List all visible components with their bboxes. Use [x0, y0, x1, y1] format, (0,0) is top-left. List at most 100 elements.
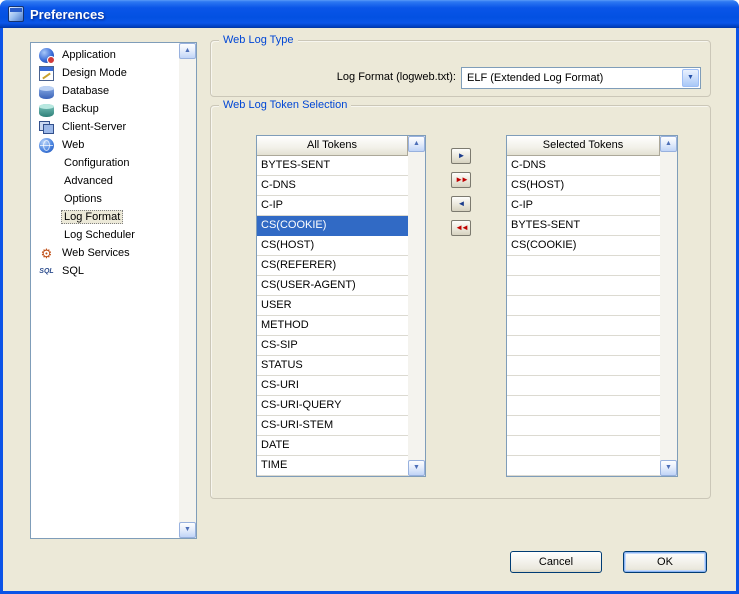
add-token-button[interactable]: ►	[451, 148, 471, 164]
selected-tokens-scrollbar[interactable]: ▲ ▼	[660, 136, 677, 476]
list-item[interactable]: TIME	[257, 456, 408, 476]
application-icon	[39, 48, 54, 63]
sql-icon	[39, 264, 54, 279]
scroll-up-icon[interactable]: ▲	[408, 136, 425, 152]
list-item[interactable]: CS(HOST)	[507, 176, 660, 196]
list-item[interactable]: DATE	[257, 436, 408, 456]
web-services-icon	[39, 246, 54, 261]
list-item-empty[interactable]	[507, 396, 660, 416]
all-tokens-list: All Tokens BYTES-SENT C-DNS C-IP CS(COOK…	[256, 135, 426, 477]
scrollbar-track[interactable]	[408, 152, 425, 460]
cancel-button[interactable]: Cancel	[510, 551, 602, 573]
left-arrow-icon: ◄	[458, 200, 465, 208]
tree-scrollbar[interactable]: ▲ ▼	[179, 43, 196, 538]
list-item[interactable]: BYTES-SENT	[507, 216, 660, 236]
log-format-select[interactable]: ELF (Extended Log Format) ▼	[461, 67, 701, 89]
list-item[interactable]: C-DNS	[257, 176, 408, 196]
remove-all-tokens-button[interactable]: ◄◄	[451, 220, 471, 236]
tree-item-design-mode[interactable]: Design Mode	[32, 64, 178, 82]
list-item[interactable]: CS(USER-AGENT)	[257, 276, 408, 296]
double-right-arrow-icon: ►►	[455, 176, 467, 184]
list-item[interactable]: USER	[257, 296, 408, 316]
tree-item-advanced[interactable]: Advanced	[32, 172, 178, 190]
chevron-down-icon[interactable]: ▼	[682, 69, 699, 87]
list-item-empty[interactable]	[507, 256, 660, 276]
design-mode-icon	[39, 66, 54, 81]
log-format-label: Log Format (logweb.txt):	[211, 71, 456, 83]
list-item-empty[interactable]	[507, 456, 660, 476]
tree-item-database[interactable]: Database	[32, 82, 178, 100]
list-item[interactable]: C-IP	[257, 196, 408, 216]
preferences-window: Preferences Application Design Mode Data…	[0, 0, 739, 594]
log-format-value: ELF (Extended Log Format)	[462, 72, 681, 84]
list-item[interactable]: CS-URI-QUERY	[257, 396, 408, 416]
list-item-empty[interactable]	[507, 436, 660, 456]
database-icon	[39, 86, 54, 99]
tree-item-label: Application	[59, 48, 119, 62]
tree-item-label: SQL	[59, 264, 87, 278]
list-item-empty[interactable]	[507, 336, 660, 356]
window-title: Preferences	[30, 7, 104, 22]
ok-button[interactable]: OK	[623, 551, 707, 573]
backup-icon	[39, 104, 54, 117]
tree-item-label: Web	[59, 138, 87, 152]
titlebar[interactable]: Preferences	[0, 0, 739, 28]
tree-item-label: Configuration	[61, 156, 132, 170]
list-item-empty[interactable]	[507, 356, 660, 376]
list-item[interactable]: CS(HOST)	[257, 236, 408, 256]
scroll-down-icon[interactable]: ▼	[179, 522, 196, 538]
tree-item-label: Web Services	[59, 246, 133, 260]
list-item[interactable]: METHOD	[257, 316, 408, 336]
scrollbar-track[interactable]	[179, 59, 196, 522]
scroll-down-icon[interactable]: ▼	[660, 460, 677, 476]
right-arrow-icon: ►	[458, 152, 465, 160]
list-item[interactable]: BYTES-SENT	[257, 156, 408, 176]
tree-item-sql[interactable]: SQL	[32, 262, 178, 280]
web-globe-icon	[39, 138, 54, 153]
tree-item-label: Log Format	[61, 210, 123, 224]
list-item-empty[interactable]	[507, 376, 660, 396]
list-item-empty[interactable]	[507, 316, 660, 336]
scrollbar-track[interactable]	[660, 152, 677, 460]
tree-item-options[interactable]: Options	[32, 190, 178, 208]
list-item[interactable]: CS(REFERER)	[257, 256, 408, 276]
list-item-selected[interactable]: CS(COOKIE)	[257, 216, 408, 236]
client-server-icon	[39, 120, 54, 135]
tree-item-backup[interactable]: Backup	[32, 100, 178, 118]
list-item[interactable]: CS-SIP	[257, 336, 408, 356]
tree-item-label: Log Scheduler	[61, 228, 138, 242]
list-item[interactable]: STATUS	[257, 356, 408, 376]
group-title: Web Log Type	[219, 33, 298, 47]
list-header: Selected Tokens	[507, 136, 660, 156]
scroll-down-icon[interactable]: ▼	[408, 460, 425, 476]
double-left-arrow-icon: ◄◄	[455, 224, 467, 232]
tree-item-label: Design Mode	[59, 66, 130, 80]
tree-item-configuration[interactable]: Configuration	[32, 154, 178, 172]
list-item[interactable]: C-DNS	[507, 156, 660, 176]
tree-item-web-services[interactable]: Web Services	[32, 244, 178, 262]
dialog-content: Application Design Mode Database Backup …	[3, 28, 736, 591]
list-item[interactable]: CS(COOKIE)	[507, 236, 660, 256]
list-item-empty[interactable]	[507, 296, 660, 316]
tree-item-client-server[interactable]: Client-Server	[32, 118, 178, 136]
tree-item-log-scheduler[interactable]: Log Scheduler	[32, 226, 178, 244]
list-item[interactable]: CS-URI	[257, 376, 408, 396]
add-all-tokens-button[interactable]: ►►	[451, 172, 471, 188]
tree-item-label: Advanced	[61, 174, 116, 188]
list-item[interactable]: CS-URI-STEM	[257, 416, 408, 436]
list-item-empty[interactable]	[507, 416, 660, 436]
all-tokens-scrollbar[interactable]: ▲ ▼	[408, 136, 425, 476]
tree-item-application[interactable]: Application	[32, 46, 178, 64]
tree-item-label: Options	[61, 192, 105, 206]
tree-item-log-format[interactable]: Log Format	[32, 208, 178, 226]
web-log-type-group: Web Log Type Log Format (logweb.txt): EL…	[210, 40, 711, 97]
group-title: Web Log Token Selection	[219, 98, 351, 112]
scroll-up-icon[interactable]: ▲	[179, 43, 196, 59]
scroll-up-icon[interactable]: ▲	[660, 136, 677, 152]
tree-item-web[interactable]: Web	[32, 136, 178, 154]
category-tree: Application Design Mode Database Backup …	[30, 42, 197, 539]
list-item[interactable]: C-IP	[507, 196, 660, 216]
list-item-empty[interactable]	[507, 276, 660, 296]
remove-token-button[interactable]: ◄	[451, 196, 471, 212]
tree-item-label: Database	[59, 84, 112, 98]
